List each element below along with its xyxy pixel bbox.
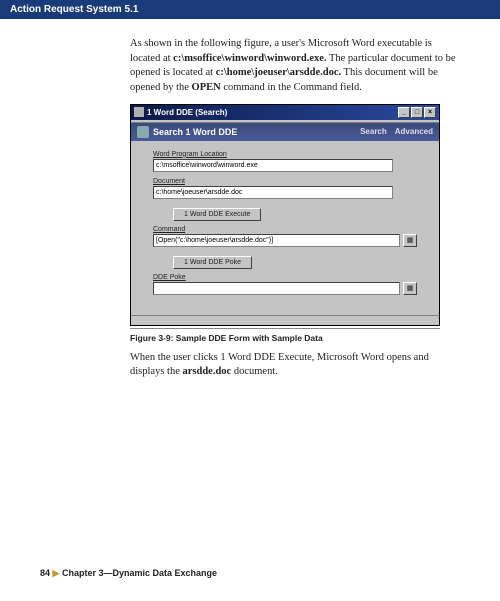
window: 1 Word DDE (Search) _ □ × Search 1 Word … [130,104,440,326]
toolbar-advanced-link[interactable]: Advanced [395,127,433,136]
document-input[interactable]: c:\home\joeuser\arsdde.doc [153,186,393,199]
figure-wrap: 1 Word DDE (Search) _ □ × Search 1 Word … [130,104,460,343]
window-controls: _ □ × [398,107,436,118]
program-location-input[interactable]: c:\msoffice\winword\winword.exe [153,159,393,172]
command-row: [Open("c:\home\joeuser\arsdde.doc")] ▦ [153,234,417,247]
field-program-location: Word Program Location c:\msoffice\winwor… [153,151,417,172]
minimize-button[interactable]: _ [398,107,410,118]
toolbar-search-link[interactable]: Search [360,127,387,136]
footer-chapter: Chapter 3—Dynamic Data Exchange [62,568,217,578]
intro-path-1: c:\msoffice\winword\winword.exe. [173,53,326,64]
doc-header: Action Request System 5.1 [0,0,500,19]
dde-poke-label: DDE Poke [153,274,417,281]
outro-text-2: document. [231,366,278,377]
command-input[interactable]: [Open("c:\home\joeuser\arsdde.doc")] [153,234,400,247]
dde-poke-input[interactable] [153,282,400,295]
field-document: Document c:\home\joeuser\arsdde.doc [153,178,417,199]
page-content: As shown in the following figure, a user… [0,19,500,380]
window-app-icon [134,107,144,117]
dde-poke-expand-button[interactable]: ▦ [403,282,417,295]
window-toolbar: Search 1 Word DDE Search Advanced [131,123,439,141]
outro-filename: arsdde.doc [183,366,232,377]
dde-poke-row: ▦ [153,282,417,295]
field-dde-poke: DDE Poke ▦ [153,274,417,295]
page-footer: 84 ▶ Chapter 3—Dynamic Data Exchange [40,568,217,579]
execute-button[interactable]: 1 Word DDE Execute [173,208,261,221]
window-titlebar: 1 Word DDE (Search) _ □ × [131,105,439,120]
field-command: Command [Open("c:\home\joeuser\arsdde.do… [153,226,417,247]
footer-arrow-icon: ▶ [53,568,60,578]
form-body: Word Program Location c:\msoffice\winwor… [131,141,439,315]
outro-text-1: When the user clicks 1 Word DDE Execute,… [130,352,429,378]
window-statusbar [131,315,439,325]
document-label: Document [153,178,417,185]
intro-paragraph: As shown in the following figure, a user… [130,37,460,96]
figure-rule [130,328,440,329]
maximize-button[interactable]: □ [411,107,423,118]
doc-header-title: Action Request System 5.1 [10,4,138,15]
command-label: Command [153,226,417,233]
outro-paragraph: When the user clicks 1 Word DDE Execute,… [130,351,460,380]
search-icon [137,126,149,138]
intro-path-2: c:\home\joeuser\arsdde.doc. [216,67,341,78]
program-location-label: Word Program Location [153,151,417,158]
toolbar-title: Search 1 Word DDE [153,127,360,137]
intro-open: OPEN [192,82,221,93]
window-title: 1 Word DDE (Search) [147,108,398,117]
close-button[interactable]: × [424,107,436,118]
toolbar-right: Search Advanced [360,127,433,136]
figure-caption: Figure 3-9: Sample DDE Form with Sample … [130,333,460,343]
poke-button[interactable]: 1 Word DDE Poke [173,256,252,269]
page-number: 84 [40,568,50,578]
intro-text-4: command in the Command field. [221,82,362,93]
command-expand-button[interactable]: ▦ [403,234,417,247]
